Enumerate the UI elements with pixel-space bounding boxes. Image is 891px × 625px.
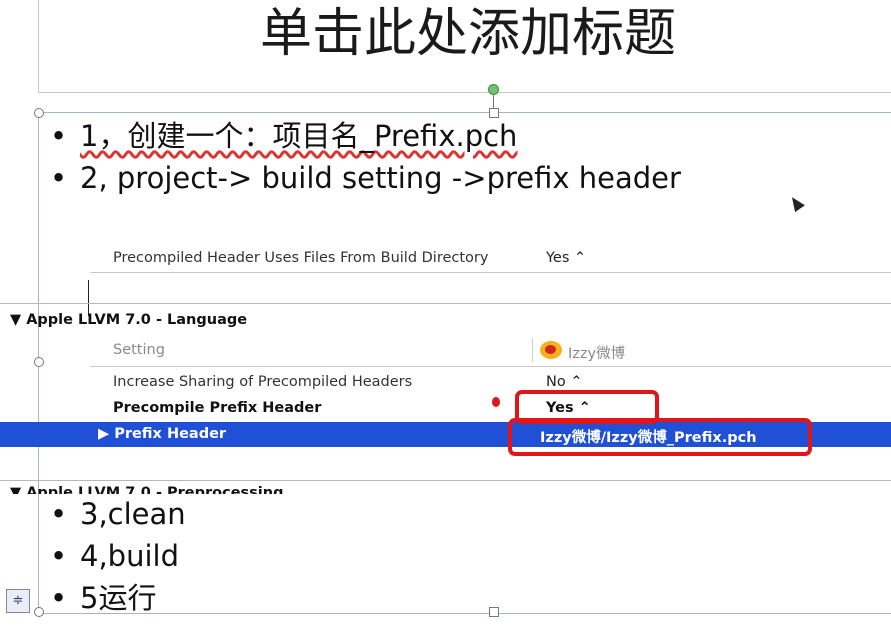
row-divider xyxy=(90,366,891,367)
weibo-logo-icon xyxy=(540,341,562,359)
resize-handle-top[interactable] xyxy=(489,108,499,118)
section-divider xyxy=(0,480,891,481)
resize-handle-left[interactable] xyxy=(34,357,44,367)
setting-label-prefix-header: ▶ Prefix Header xyxy=(98,426,227,442)
annotation-dot xyxy=(492,397,500,407)
watermark-text: Izzy微博 xyxy=(568,346,626,362)
bullet-item[interactable]: • 2, project-> build setting ->prefix hea… xyxy=(50,160,681,196)
bullet-dot-icon: • xyxy=(50,539,68,573)
slide-title[interactable]: 单击此处添加标题 xyxy=(38,4,891,64)
column-header-setting: Setting xyxy=(113,342,165,358)
bullet-dot-icon: • xyxy=(50,119,68,153)
bullet-item[interactable]: • 3,clean xyxy=(50,496,186,532)
section-divider xyxy=(0,303,891,304)
resize-handle-top-left[interactable] xyxy=(34,108,44,118)
setting-label-precompiled-from-dir: Precompiled Header Uses Files From Build… xyxy=(113,250,489,266)
setting-label-precompile-prefix: Precompile Prefix Header xyxy=(113,400,322,416)
rotate-handle[interactable] xyxy=(488,84,499,95)
setting-value-increase-sharing[interactable]: No ⌃ xyxy=(546,374,582,390)
resize-handle-bottom[interactable] xyxy=(489,607,499,617)
bullet-item[interactable]: • 1，创建一个：项目名_Prefix.pch xyxy=(50,118,517,154)
section-title-cut-off: ▼ Apple LLVM 7.0 - Preprocessing xyxy=(10,486,284,494)
row-divider xyxy=(90,272,891,273)
section-title-llvm-language[interactable]: ▼ Apple LLVM 7.0 - Language xyxy=(10,312,247,328)
highlight-box-prefix-header xyxy=(508,418,812,456)
autofit-options-icon[interactable]: ≑ xyxy=(6,589,30,613)
bullet-dot-icon: • xyxy=(50,161,68,195)
bullet-item[interactable]: • 4,build xyxy=(50,538,179,574)
bullet-dot-icon: • xyxy=(50,497,68,531)
bullet-item[interactable]: • 5运行 xyxy=(50,580,156,616)
resize-handle-bottom-left[interactable] xyxy=(34,607,44,617)
bullet-dot-icon: • xyxy=(50,581,68,615)
setting-value-precompiled-from-dir[interactable]: Yes ⌃ xyxy=(546,250,586,266)
column-separator xyxy=(532,338,533,362)
text-caret xyxy=(88,280,89,316)
setting-label-increase-sharing: Increase Sharing of Precompiled Headers xyxy=(113,374,413,390)
